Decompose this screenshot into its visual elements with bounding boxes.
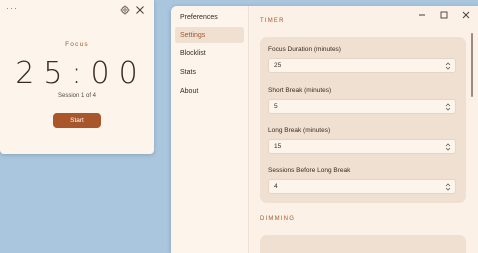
focus-timer-window: ··· Focus 25:00 Session 1 of 4 Start xyxy=(0,0,154,154)
sessions-input[interactable]: 4 xyxy=(268,179,456,194)
close-icon[interactable] xyxy=(135,5,145,15)
spinner-icon[interactable] xyxy=(445,143,451,151)
focus-duration-input[interactable]: 25 xyxy=(268,58,456,73)
sidebar-item-settings[interactable]: Settings xyxy=(175,27,244,43)
close-icon[interactable] xyxy=(461,10,471,20)
session-counter: Session 1 of 4 xyxy=(57,93,97,99)
field-label-sessions: Sessions Before Long Break xyxy=(268,167,351,174)
spinner-icon[interactable] xyxy=(445,183,451,191)
long-break-value: 15 xyxy=(274,143,282,150)
menu-dots-icon[interactable]: ··· xyxy=(6,3,18,13)
spinner-icon[interactable] xyxy=(445,62,451,70)
section-header-timer: TIMER xyxy=(260,18,285,24)
scrollbar[interactable] xyxy=(471,33,473,97)
field-label-long-break: Long Break (minutes) xyxy=(268,127,331,134)
settings-window: Preferences Settings Blocklist Stats Abo… xyxy=(171,6,478,253)
sidebar-item-preferences[interactable]: Preferences xyxy=(175,9,244,25)
sidebar-item-blocklist[interactable]: Blocklist xyxy=(175,45,244,61)
gear-icon[interactable] xyxy=(120,5,130,15)
spinner-icon[interactable] xyxy=(445,103,451,111)
minimize-icon[interactable] xyxy=(417,10,427,20)
section-header-dimming: DIMMING xyxy=(260,216,296,222)
field-label-short-break: Short Break (minutes) xyxy=(268,87,332,94)
field-label-focus-duration: Focus Duration (minutes) xyxy=(268,46,341,53)
settings-content: TIMER Focus Duration (minutes) 25 Short … xyxy=(250,6,478,253)
dimming-settings-card xyxy=(260,235,466,253)
sessions-value: 4 xyxy=(274,183,278,190)
timer-mode-label: Focus xyxy=(65,41,89,48)
focus-duration-value: 25 xyxy=(274,62,282,69)
sidebar-item-about[interactable]: About xyxy=(175,83,244,99)
maximize-icon[interactable] xyxy=(439,10,449,20)
settings-sidebar: Preferences Settings Blocklist Stats Abo… xyxy=(171,6,249,253)
timer-settings-card: Focus Duration (minutes) 25 Short Break … xyxy=(260,37,466,203)
start-button[interactable]: Start xyxy=(53,113,101,128)
short-break-input[interactable]: 5 xyxy=(268,99,456,114)
short-break-value: 5 xyxy=(274,103,278,110)
timer-countdown: 25:00 xyxy=(15,56,147,91)
long-break-input[interactable]: 15 xyxy=(268,139,456,154)
sidebar-item-stats[interactable]: Stats xyxy=(175,64,244,80)
